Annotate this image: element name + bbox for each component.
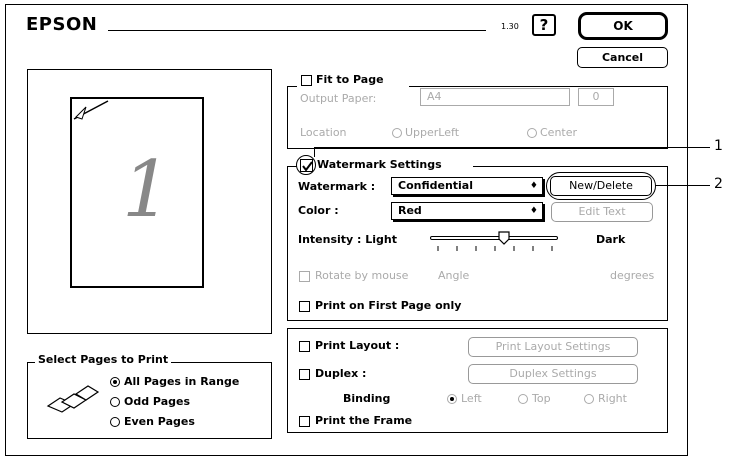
duplex-label: Duplex : [315, 367, 367, 380]
intensity-dark-label: Dark [596, 233, 626, 246]
header-divider [108, 30, 486, 31]
color-select-value: Red [398, 204, 422, 217]
duplex-checkbox[interactable] [299, 369, 310, 380]
output-paper-label: Output Paper: [300, 92, 377, 105]
pages-stack-icon [46, 385, 100, 413]
location-label: Location [300, 126, 347, 139]
location-center-label: Center [540, 126, 578, 139]
callout-leader-1 [314, 147, 710, 148]
intensity-slider-track[interactable] [430, 236, 558, 240]
fit-to-page-checkbox[interactable] [301, 75, 312, 86]
updown-arrow-icon: ♦ [529, 206, 538, 216]
intensity-label: Intensity : Light [298, 233, 398, 246]
fit-to-page-label: Fit to Page [316, 73, 384, 86]
print-layout-settings-button[interactable]: Print Layout Settings [468, 337, 638, 357]
even-pages-radio[interactable] [110, 417, 120, 427]
print-layout-checkbox[interactable] [299, 341, 310, 352]
edit-text-button[interactable]: Edit Text [551, 202, 653, 222]
binding-left-label: Left [461, 392, 482, 405]
color-select[interactable]: Red ♦ [391, 202, 543, 220]
binding-right-radio[interactable] [584, 394, 594, 404]
output-paper-field[interactable]: A4 [420, 88, 570, 106]
output-paper-count[interactable]: 0 [578, 88, 614, 106]
color-label: Color : [298, 204, 339, 217]
select-pages-title: Select Pages to Print [35, 353, 172, 366]
binding-label: Binding [343, 392, 391, 405]
binding-top-radio[interactable] [518, 394, 528, 404]
print-frame-label: Print the Frame [315, 414, 413, 427]
binding-left-radio[interactable] [447, 394, 457, 404]
degrees-label: degrees [610, 269, 655, 282]
page-corner-watermark-icon [73, 100, 109, 120]
all-pages-radio[interactable] [110, 377, 120, 387]
version-label: 1.30 [501, 22, 519, 31]
binding-right-label: Right [598, 392, 627, 405]
slider-thumb-icon [498, 231, 510, 245]
location-upperleft-label: UpperLeft [405, 126, 460, 139]
duplex-settings-button[interactable]: Duplex Settings [468, 364, 638, 384]
first-page-only-label: Print on First Page only [315, 299, 462, 312]
print-frame-checkbox[interactable] [299, 416, 310, 427]
callout-number-2: 2 [714, 176, 723, 192]
preview-page-number: 1 [122, 145, 172, 235]
rotate-label: Rotate by mouse [315, 269, 409, 282]
callout-leader-1-drop [314, 147, 315, 157]
ok-button[interactable]: OK [578, 12, 668, 40]
updown-arrow-icon: ♦ [529, 181, 538, 191]
binding-top-label: Top [532, 392, 551, 405]
rotate-checkbox[interactable] [299, 271, 310, 282]
angle-label: Angle [438, 269, 470, 282]
watermark-settings-label: Watermark Settings [317, 158, 442, 171]
callout-leader-2 [655, 185, 710, 186]
callout-highlight-ring [546, 172, 656, 200]
print-layout-label: Print Layout : [315, 339, 400, 352]
first-page-only-checkbox[interactable] [299, 301, 310, 312]
location-center-radio[interactable] [527, 128, 537, 138]
help-button[interactable]: ? [532, 14, 556, 36]
all-pages-label: All Pages in Range [124, 375, 240, 388]
brand-logo: EPSON [26, 14, 98, 35]
odd-pages-label: Odd Pages [124, 395, 190, 408]
intensity-ticks [437, 246, 553, 251]
watermark-select-value: Confidential [398, 179, 474, 192]
intensity-slider-thumb[interactable] [498, 230, 510, 245]
even-pages-label: Even Pages [124, 415, 195, 428]
odd-pages-radio[interactable] [110, 397, 120, 407]
callout-number-1: 1 [714, 138, 723, 154]
watermark-select[interactable]: Confidential ♦ [391, 177, 543, 195]
watermark-label: Watermark : [298, 180, 376, 193]
callout-circle-1 [296, 155, 316, 175]
cancel-button[interactable]: Cancel [577, 47, 668, 68]
location-upperleft-radio[interactable] [392, 128, 402, 138]
